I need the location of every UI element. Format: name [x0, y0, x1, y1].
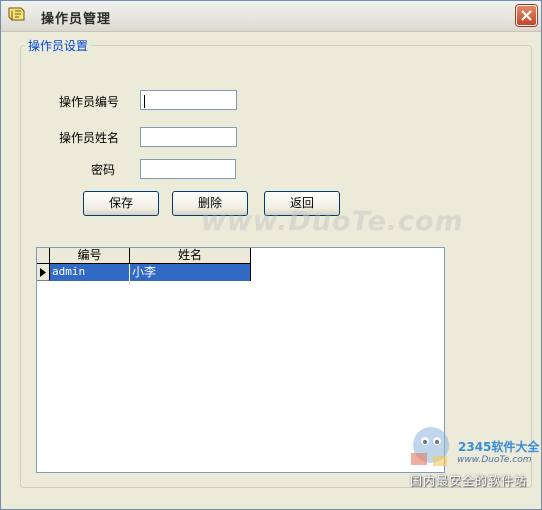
- url-watermark: www.DuoTe.com: [457, 455, 532, 465]
- password-label: 密码: [91, 163, 116, 177]
- cell-operator-name[interactable]: 小李: [130, 264, 251, 281]
- operator-name-input[interactable]: [140, 127, 237, 147]
- table-row[interactable]: admin 小李: [37, 264, 251, 281]
- save-button[interactable]: 保存: [83, 191, 159, 216]
- brand-watermark: 2345软件大全: [458, 440, 540, 454]
- operator-id-input[interactable]: [140, 90, 237, 110]
- current-row-arrow-icon: [40, 268, 46, 277]
- password-input[interactable]: [140, 159, 236, 179]
- column-header-id[interactable]: 编号: [50, 248, 130, 264]
- column-header-name[interactable]: 姓名: [130, 248, 251, 264]
- window-title: 操作员管理: [41, 12, 112, 27]
- slogan-watermark: 国内最安全的软件站: [410, 474, 528, 488]
- close-button[interactable]: [516, 5, 537, 26]
- delete-button[interactable]: 删除: [172, 191, 248, 216]
- operator-grid[interactable]: 编号 姓名 admin 小李: [36, 247, 445, 473]
- operator-id-label: 操作员编号: [59, 95, 120, 109]
- text-caret: [144, 95, 145, 108]
- group-legend: 操作员设置: [25, 37, 92, 54]
- close-icon: [521, 10, 532, 21]
- app-icon: [8, 7, 26, 23]
- grid-header: 编号 姓名: [37, 248, 251, 264]
- back-button[interactable]: 返回: [264, 191, 340, 216]
- row-indicator-header: [37, 248, 50, 264]
- cell-operator-id[interactable]: admin: [50, 264, 130, 281]
- row-indicator: [37, 264, 50, 281]
- title-bar[interactable]: 操作员管理: [1, 1, 541, 32]
- operator-management-window: 操作员管理 操作员设置 操作员编号 操作员姓名 密码 保存 删除 返回 编号 姓…: [0, 0, 542, 510]
- operator-name-label: 操作员姓名: [59, 131, 120, 145]
